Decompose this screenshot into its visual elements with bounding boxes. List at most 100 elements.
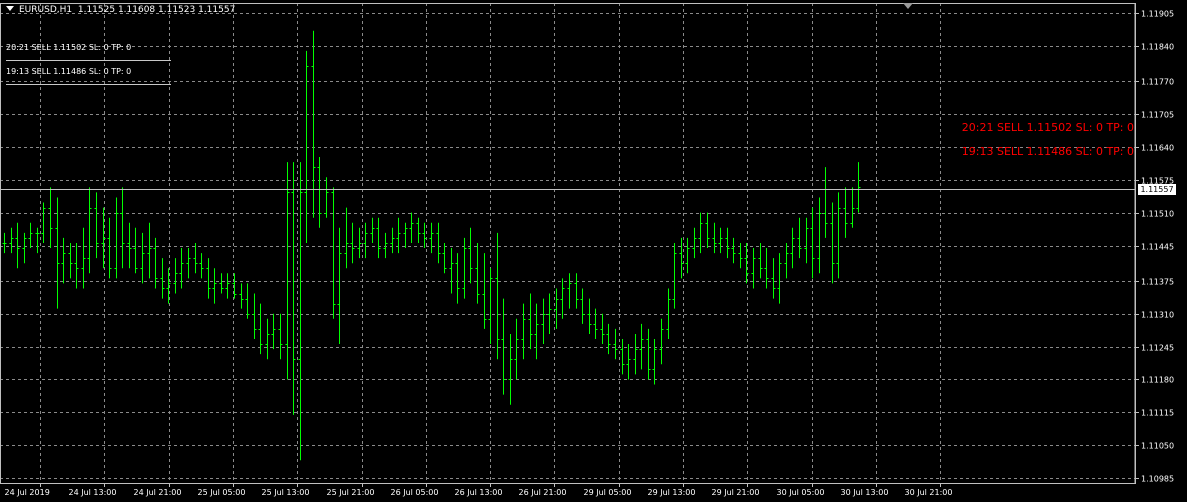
ohlc-bar — [429, 222, 434, 254]
ohlc-bar — [61, 237, 66, 284]
ohlc-bar — [390, 227, 395, 254]
ohlc-bar — [48, 187, 53, 249]
ohlc-bar — [81, 227, 86, 289]
ohlc-bar — [337, 227, 342, 345]
ohlc-bar — [107, 217, 112, 279]
ohlc-bar — [712, 222, 717, 254]
price-tick-label: 1.11050 — [1141, 442, 1174, 451]
ohlc-bar — [206, 258, 211, 299]
ohlc-bar — [245, 283, 250, 319]
ohlc-bar — [396, 217, 401, 254]
time-tick-label: 29 Jul 13:00 — [648, 488, 696, 497]
ohlc-bar — [758, 242, 763, 279]
chart-window[interactable]: 1.11905 1.11840 1.11770 1.11705 1.11640 1.115… — [0, 0, 1187, 502]
ohlc-bar — [836, 192, 841, 279]
ohlc-bar — [55, 197, 60, 309]
ohlc-bar — [567, 273, 572, 309]
price-tick-label: 1.10985 — [1141, 475, 1174, 484]
ohlc-bar — [468, 227, 473, 284]
ohlc-bar — [225, 273, 230, 299]
grid — [0, 3, 1135, 483]
ohlc-bar — [278, 313, 283, 360]
ohlc-bar — [679, 237, 684, 279]
ohlc-bar — [239, 283, 244, 309]
ohlc-bar — [600, 313, 605, 345]
ohlc-bar — [376, 217, 381, 259]
ohlc-bar — [574, 273, 579, 309]
ohlc-bar — [252, 293, 257, 340]
price-chart[interactable]: 1.11905 1.11840 1.11770 1.11705 1.11640 1.115… — [0, 0, 1187, 502]
ohlc-bar — [495, 232, 500, 360]
price-tick-label: 1.11115 — [1141, 409, 1174, 418]
dropdown-triangle-icon[interactable] — [6, 6, 14, 11]
order-note: 19:13 SELL 1.11486 SL: 0 TP: 0 — [6, 67, 132, 76]
ohlc-bar — [626, 344, 631, 380]
ohlc-bar — [370, 217, 375, 243]
ohlc-bar — [528, 293, 533, 350]
ohlc-bar — [830, 202, 835, 284]
ohlc-bar — [705, 212, 710, 249]
time-tick-label: 24 Jul 21:00 — [134, 488, 182, 497]
ohlc-bar — [646, 328, 651, 380]
ohlc-bar — [856, 162, 861, 213]
ohlc-bar — [133, 227, 138, 274]
ohlc-bar — [160, 258, 165, 299]
trade-label: 19:13 SELL 1.11486 SL: 0 TP: 0 — [961, 145, 1134, 158]
ohlc-bar — [725, 227, 730, 259]
ohlc-bars — [2, 30, 861, 461]
price-tick-label: 1.11310 — [1141, 311, 1174, 320]
ohlc-bar — [35, 227, 40, 254]
ohlc-bar — [521, 303, 526, 360]
ohlc-bar — [672, 242, 677, 309]
ohlc-bar — [639, 323, 644, 370]
ohlc-bar — [363, 222, 368, 259]
ohlc-bar — [560, 278, 565, 319]
order-note: 20:21 SELL 1.11502 SL: 0 TP: 0 — [6, 43, 132, 52]
price-tick-label: 1.11445 — [1141, 243, 1174, 252]
ohlc-bar — [350, 222, 355, 264]
ohlc-bar — [764, 248, 769, 289]
ohlc-bar — [547, 293, 552, 334]
time-tick-label: 30 Jul 05:00 — [777, 488, 825, 497]
ohlc-values: 1.11525 1.11608 1.11523 1.11557 — [77, 5, 236, 15]
ohlc-bar — [541, 298, 546, 345]
ohlc-bar — [179, 248, 184, 289]
ohlc-bar — [613, 328, 618, 360]
ohlc-bar — [475, 242, 480, 304]
ohlc-bar — [508, 333, 513, 405]
ohlc-bar — [593, 308, 598, 340]
time-tick-label: 24 Jul 13:00 — [69, 488, 117, 497]
ohlc-bar — [9, 227, 14, 254]
price-tick-label: 1.11375 — [1141, 278, 1174, 287]
price-tick-label: 1.11905 — [1141, 10, 1174, 19]
time-tick-label: 29 Jul 21:00 — [712, 488, 760, 497]
ohlc-bar — [462, 237, 467, 299]
price-tick-label: 1.11840 — [1141, 43, 1174, 52]
time-tick-label: 26 Jul 21:00 — [519, 488, 567, 497]
ohlc-bar — [488, 268, 493, 345]
ohlc-bar — [810, 207, 815, 279]
ohlc-bar — [580, 288, 585, 324]
ohlc-bar — [554, 288, 559, 329]
ohlc-bar — [199, 253, 204, 279]
ohlc-bar — [212, 268, 217, 304]
time-tick-label: 30 Jul 13:00 — [841, 488, 889, 497]
ohlc-bar — [186, 248, 191, 279]
ohlc-bar — [304, 50, 309, 243]
ohlc-bar — [731, 237, 736, 264]
ohlc-bar — [685, 237, 690, 274]
chart-shift-marker-icon — [903, 3, 913, 9]
ohlc-bar — [2, 232, 7, 254]
ohlc-bar — [633, 333, 638, 375]
ohlc-bar — [422, 222, 427, 249]
price-tick-label: 1.11510 — [1141, 210, 1174, 219]
ohlc-bar — [777, 253, 782, 304]
ohlc-bar — [436, 222, 441, 264]
order-divider — [6, 60, 171, 61]
ohlc-bar — [258, 303, 263, 355]
ohlc-bar — [534, 303, 539, 360]
ohlc-bar — [153, 237, 158, 289]
ohlc-bar — [357, 227, 362, 259]
ohlc-bar — [514, 318, 519, 380]
symbol-label: EURUSD,H1 — [19, 5, 73, 15]
